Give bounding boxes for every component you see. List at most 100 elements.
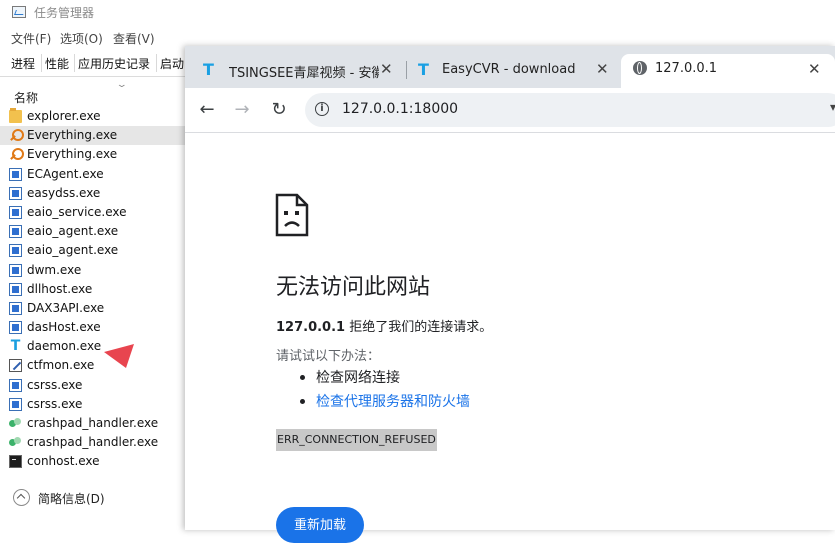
process-row[interactable]: easydss.exe	[0, 184, 200, 203]
process-row[interactable]: crashpad_handler.exe	[0, 433, 200, 452]
error-host: 127.0.0.1	[276, 320, 346, 335]
window-icon	[9, 282, 22, 296]
sort-chevron-icon[interactable]: ⌄	[116, 80, 128, 90]
process-row[interactable]: Everything.exe	[0, 145, 200, 164]
process-row[interactable]: ctfmon.exe	[0, 356, 200, 375]
process-row[interactable]: dwm.exe	[0, 261, 200, 280]
sad-page-icon	[275, 193, 309, 237]
browser-toolbar: ← → ↻ i 127.0.0.1:18000 ▾	[185, 88, 835, 133]
process-name: DAX3API.exe	[27, 300, 105, 315]
process-name: eaio_agent.exe	[27, 224, 119, 239]
process-row[interactable]: dasHost.exe	[0, 318, 200, 337]
globe-icon	[633, 61, 647, 75]
process-row[interactable]: dllhost.exe	[0, 280, 200, 299]
process-row[interactable]: ECAgent.exe	[0, 165, 200, 184]
process-name: Everything.exe	[27, 128, 118, 143]
console-icon	[9, 455, 22, 469]
process-row[interactable]: eaio_agent.exe	[0, 222, 200, 241]
reload-button[interactable]: 重新加载	[276, 507, 364, 543]
search-icon	[9, 148, 24, 161]
window-icon	[9, 321, 22, 335]
process-row[interactable]: Tdaemon.exe	[0, 337, 200, 356]
browser-tab[interactable]: T TSINGSEE青犀视频 - 安徽 ✕	[185, 54, 403, 88]
annotation-arrow-icon	[104, 344, 134, 368]
process-row[interactable]: csrss.exe	[0, 376, 200, 395]
window-icon	[9, 186, 22, 200]
search-icon	[9, 129, 24, 142]
tab-title: TSINGSEE青犀视频 - 安徽	[229, 66, 379, 81]
window-icon	[9, 263, 22, 277]
process-name: csrss.exe	[27, 396, 83, 411]
column-header-name[interactable]: 名称	[14, 89, 38, 106]
menu-options[interactable]: 选项(O)	[60, 30, 103, 47]
process-name: dwm.exe	[27, 262, 82, 277]
address-bar[interactable]: i 127.0.0.1:18000	[305, 93, 835, 127]
task-manager-icon	[12, 6, 26, 18]
process-row[interactable]: crashpad_handler.exe	[0, 414, 200, 433]
process-name: dasHost.exe	[27, 320, 101, 335]
close-tab-icon[interactable]: ✕	[808, 60, 821, 78]
forward-icon[interactable]: →	[230, 98, 254, 122]
tab-app-history[interactable]: 应用历史记录	[78, 55, 150, 72]
site-info-icon[interactable]: i	[315, 102, 329, 116]
process-name: csrss.exe	[27, 377, 83, 392]
process-name: ctfmon.exe	[27, 358, 95, 373]
t-logo-icon: T	[10, 338, 21, 355]
process-row[interactable]: DAX3API.exe	[0, 299, 200, 318]
browser-tab-active[interactable]: 127.0.0.1 ✕	[621, 54, 835, 88]
reload-icon[interactable]: ↻	[267, 98, 291, 122]
close-tab-icon[interactable]: ✕	[596, 60, 609, 78]
process-name: daemon.exe	[27, 339, 102, 354]
browser-window: T TSINGSEE青犀视频 - 安徽 ✕ T EasyCVR - downlo…	[185, 46, 835, 543]
process-row[interactable]: eaio_agent.exe	[0, 241, 200, 260]
fewer-details-bar[interactable]: 简略信息(D)	[0, 482, 200, 530]
crashpad-icon	[9, 436, 22, 449]
process-name: ECAgent.exe	[27, 166, 104, 181]
chevron-up-icon[interactable]	[13, 489, 30, 506]
address-text[interactable]: 127.0.0.1:18000	[342, 101, 458, 117]
window-icon	[9, 205, 22, 219]
process-name: crashpad_handler.exe	[27, 416, 159, 430]
tab-performance[interactable]: 性能	[45, 55, 69, 72]
menu-view[interactable]: 查看(V)	[113, 30, 155, 47]
process-row-selected[interactable]: Everything.exe	[0, 126, 186, 146]
suggestion-item: 检查网络连接	[276, 367, 470, 391]
process-row[interactable]: explorer.exe	[0, 107, 200, 126]
window-icon	[9, 244, 22, 258]
close-tab-icon[interactable]: ✕	[380, 60, 393, 78]
error-message-text: 拒绝了我们的连接请求。	[345, 320, 493, 335]
task-manager-title: 任务管理器	[34, 6, 95, 20]
process-row[interactable]: csrss.exe	[0, 395, 200, 414]
task-manager-menubar: 文件(F) 选项(O) 查看(V)	[0, 28, 200, 48]
t-logo-icon: T	[203, 60, 214, 79]
window-icon	[9, 378, 22, 392]
back-icon[interactable]: ←	[195, 98, 219, 122]
browser-tab[interactable]: T EasyCVR - download ✕	[409, 54, 619, 88]
error-message: 127.0.0.1 拒绝了我们的连接请求。	[276, 316, 492, 335]
menu-file[interactable]: 文件(F)	[11, 30, 51, 47]
task-manager-titlebar: 任务管理器	[0, 0, 200, 26]
process-name: crashpad_handler.exe	[27, 435, 159, 450]
process-name: eaio_service.exe	[27, 204, 127, 219]
ctfmon-icon	[9, 359, 22, 373]
t-logo-icon: T	[418, 60, 429, 79]
tab-title: EasyCVR - download	[442, 62, 576, 77]
error-page: 无法访问此网站 127.0.0.1 拒绝了我们的连接请求。 请试试以下办法： 检…	[185, 133, 835, 543]
window-icon	[9, 301, 22, 315]
more-icon[interactable]: ▾	[830, 100, 835, 114]
suggestion-link[interactable]: 检查代理服务器和防火墙	[276, 391, 470, 415]
error-title: 无法访问此网站	[276, 275, 431, 300]
process-row[interactable]: conhost.exe	[0, 452, 200, 471]
tab-title: 127.0.0.1	[655, 61, 718, 76]
folder-icon	[9, 108, 22, 123]
crashpad-icon	[9, 417, 22, 430]
error-code[interactable]: ERR_CONNECTION_REFUSED	[276, 429, 437, 451]
process-name: conhost.exe	[27, 454, 100, 469]
window-icon	[9, 167, 22, 181]
tab-startup[interactable]: 启动	[160, 55, 184, 72]
tab-processes[interactable]: 进程	[11, 55, 35, 72]
window-icon	[9, 397, 22, 411]
process-row[interactable]: eaio_service.exe	[0, 203, 200, 222]
process-name: explorer.exe	[27, 109, 101, 123]
task-manager-tabs: 进程 性能 应用历史记录 启动	[0, 50, 200, 77]
